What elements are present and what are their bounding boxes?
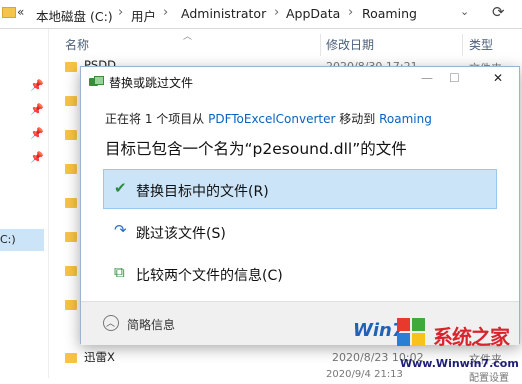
breadcrumb-separator[interactable]: ›: [118, 5, 123, 20]
pin-icon[interactable]: 📌: [30, 103, 44, 116]
column-divider[interactable]: [320, 34, 321, 56]
compare-files-option[interactable]: ⧉ 比较两个文件的信息(C): [103, 253, 497, 293]
folder-icon: [65, 164, 77, 174]
breadcrumb-c-drive[interactable]: 本地磁盘 (C:): [36, 6, 113, 25]
breadcrumb-appdata[interactable]: AppData: [286, 6, 340, 21]
destination-folder-link[interactable]: Roaming: [379, 112, 432, 126]
option-label: 比较两个文件的信息(C): [136, 268, 283, 284]
status-middle: 移动到: [339, 112, 376, 126]
status-prefix: 正在将 1 个项目从: [105, 112, 205, 126]
breadcrumb-separator[interactable]: ›: [348, 5, 353, 20]
nav-item-c-drive[interactable]: C:): [0, 229, 44, 251]
watermark-url: Www.Winwin7.com: [400, 357, 519, 370]
breadcrumb-separator[interactable]: ›: [163, 5, 168, 20]
overflow-chevron-icon[interactable]: «: [17, 5, 24, 19]
maximize-button[interactable]: ☐: [449, 71, 460, 85]
minimize-button[interactable]: —: [421, 71, 433, 85]
folder-icon: [65, 353, 77, 363]
folder-icon: [65, 96, 77, 106]
pin-icon[interactable]: 📌: [30, 127, 44, 140]
folder-icon: [65, 300, 77, 310]
file-date: 2020/9/4 21:13: [326, 369, 403, 380]
source-folder-link[interactable]: PDFToExcelConverter: [208, 112, 335, 126]
pin-icon[interactable]: 📌: [30, 79, 44, 92]
breadcrumb-roaming[interactable]: Roaming: [362, 6, 417, 21]
move-file-icon: [89, 76, 104, 88]
skip-arrow-icon: ↷: [114, 221, 127, 239]
watermark-site-name: 系统之家: [433, 325, 510, 349]
option-label: 替换目标中的文件(R): [136, 184, 269, 200]
folder-icon: [2, 7, 16, 18]
file-name[interactable]: 迅雷X: [84, 349, 115, 365]
history-dropdown-icon[interactable]: ⌄: [460, 5, 469, 18]
conflict-headline: 目标已包含一个名为“p2esound.dll”的文件: [105, 140, 407, 158]
folder-icon: [65, 130, 77, 140]
folder-icon: [65, 198, 77, 208]
replace-file-option[interactable]: ✔ 替换目标中的文件(R): [103, 169, 497, 209]
address-bar[interactable]: « 本地磁盘 (C:) › 用户 › Administrator › AppDa…: [0, 0, 522, 29]
refresh-icon[interactable]: ⟳: [492, 3, 505, 21]
replace-or-skip-dialog: 替换或跳过文件 — ☐ ✕ 正在将 1 个项目从 PDFToExcelConve…: [80, 66, 520, 345]
fewer-details-link[interactable]: 简略信息: [127, 316, 175, 333]
close-button[interactable]: ✕: [493, 71, 503, 85]
navigation-pane: 📌 📌 📌 📌 C:): [0, 29, 49, 378]
sort-arrow-icon: ︿: [183, 32, 193, 42]
transfer-status: 正在将 1 个项目从 PDFToExcelConverter 移动到 Roami…: [105, 110, 432, 127]
folder-icon: [65, 232, 77, 242]
folder-icon: [65, 62, 77, 72]
windows-logo-icon: [397, 318, 427, 348]
folder-icon: [65, 266, 77, 276]
column-header-type[interactable]: 类型: [469, 36, 493, 54]
column-header-name[interactable]: 名称: [65, 36, 89, 54]
nav-item-label: C:): [0, 233, 16, 246]
dialog-title: 替换或跳过文件: [109, 76, 194, 90]
collapse-details-button[interactable]: ︿: [103, 315, 119, 331]
column-header-modified[interactable]: 修改日期: [326, 36, 374, 54]
compare-files-icon: ⧉: [114, 263, 125, 281]
checkmark-icon: ✔: [114, 179, 127, 197]
breadcrumb-separator[interactable]: ›: [274, 5, 279, 20]
pin-icon[interactable]: 📌: [30, 151, 44, 164]
skip-file-option[interactable]: ↷ 跳过该文件(S): [103, 211, 497, 251]
breadcrumb-administrator[interactable]: Administrator: [181, 6, 266, 21]
file-type: 配置设置: [469, 373, 509, 384]
breadcrumb-users[interactable]: 用户: [131, 6, 156, 25]
chevron-up-icon: ︿: [106, 319, 116, 329]
option-label: 跳过该文件(S): [136, 226, 226, 242]
column-divider[interactable]: [462, 34, 463, 56]
